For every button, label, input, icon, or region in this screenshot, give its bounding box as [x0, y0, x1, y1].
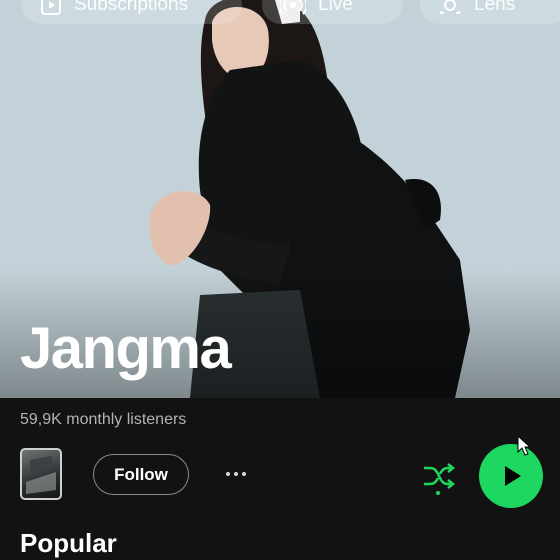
- play-square-icon: [40, 0, 62, 16]
- lens-chip[interactable]: Lens: [420, 0, 560, 24]
- play-icon: [505, 466, 521, 486]
- more-dots-icon: [226, 472, 230, 476]
- more-dots-icon: [234, 472, 238, 476]
- subscriptions-label: Subscriptions: [74, 0, 189, 15]
- artist-hero-image: Subscriptions Live Lens Jangma: [0, 0, 560, 398]
- mouse-cursor-icon: [517, 434, 532, 456]
- subscriptions-chip[interactable]: Subscriptions: [22, 0, 242, 24]
- play-button[interactable]: [479, 444, 543, 508]
- follow-button[interactable]: Follow: [93, 454, 189, 495]
- artist-pick-thumbnail[interactable]: [20, 448, 62, 500]
- broadcast-icon: [280, 0, 306, 16]
- popular-section-title: Popular: [20, 528, 117, 558]
- shuffle-button[interactable]: [418, 456, 458, 496]
- monthly-listeners: 59,9K monthly listeners: [20, 411, 187, 428]
- shuffle-icon: [424, 463, 456, 495]
- lens-icon: [438, 0, 462, 16]
- more-dots-icon: [242, 472, 246, 476]
- more-options-button[interactable]: [218, 462, 254, 486]
- artist-name: Jangma: [20, 316, 232, 381]
- live-chip[interactable]: Live: [262, 0, 402, 24]
- live-label: Live: [318, 0, 353, 15]
- lens-label: Lens: [474, 0, 516, 15]
